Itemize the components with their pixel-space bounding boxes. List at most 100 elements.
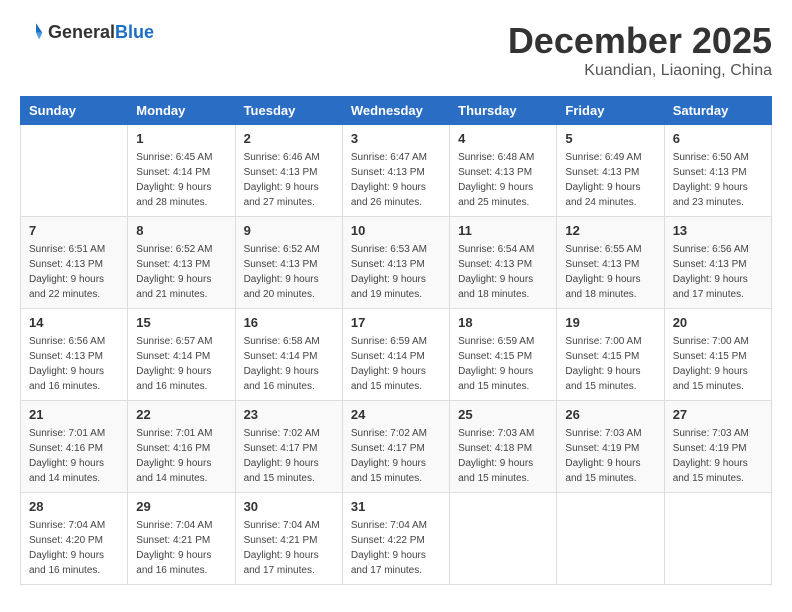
daylight-text: Daylight: 9 hours and 18 minutes. [458,272,548,302]
day-number: 12 [565,223,655,238]
calendar-cell: 6Sunrise: 6:50 AMSunset: 4:13 PMDaylight… [664,125,771,217]
day-info: Sunrise: 7:02 AMSunset: 4:17 PMDaylight:… [351,426,441,486]
title-area: December 2025 Kuandian, Liaoning, China [508,20,772,80]
day-number: 20 [673,315,763,330]
day-info: Sunrise: 6:52 AMSunset: 4:13 PMDaylight:… [244,242,334,302]
sunrise-text: Sunrise: 6:52 AM [136,242,226,257]
day-info: Sunrise: 6:51 AMSunset: 4:13 PMDaylight:… [29,242,119,302]
sunset-text: Sunset: 4:19 PM [565,441,655,456]
sunset-text: Sunset: 4:15 PM [673,349,763,364]
weekday-header-friday: Friday [557,97,664,125]
sunrise-text: Sunrise: 6:48 AM [458,150,548,165]
calendar-cell: 19Sunrise: 7:00 AMSunset: 4:15 PMDayligh… [557,309,664,401]
day-number: 19 [565,315,655,330]
day-info: Sunrise: 7:04 AMSunset: 4:21 PMDaylight:… [244,518,334,578]
calendar-week-row: 1Sunrise: 6:45 AMSunset: 4:14 PMDaylight… [21,125,772,217]
sunset-text: Sunset: 4:15 PM [458,349,548,364]
daylight-text: Daylight: 9 hours and 16 minutes. [244,364,334,394]
daylight-text: Daylight: 9 hours and 17 minutes. [244,548,334,578]
day-number: 11 [458,223,548,238]
sunrise-text: Sunrise: 7:02 AM [351,426,441,441]
day-info: Sunrise: 6:56 AMSunset: 4:13 PMDaylight:… [29,334,119,394]
calendar-body: 1Sunrise: 6:45 AMSunset: 4:14 PMDaylight… [21,125,772,585]
sunrise-text: Sunrise: 7:00 AM [673,334,763,349]
day-number: 1 [136,131,226,146]
calendar-cell: 21Sunrise: 7:01 AMSunset: 4:16 PMDayligh… [21,401,128,493]
sunset-text: Sunset: 4:14 PM [351,349,441,364]
daylight-text: Daylight: 9 hours and 14 minutes. [29,456,119,486]
daylight-text: Daylight: 9 hours and 14 minutes. [136,456,226,486]
sunrise-text: Sunrise: 7:03 AM [673,426,763,441]
sunset-text: Sunset: 4:21 PM [136,533,226,548]
day-number: 15 [136,315,226,330]
daylight-text: Daylight: 9 hours and 15 minutes. [458,364,548,394]
day-info: Sunrise: 7:02 AMSunset: 4:17 PMDaylight:… [244,426,334,486]
day-info: Sunrise: 7:01 AMSunset: 4:16 PMDaylight:… [136,426,226,486]
daylight-text: Daylight: 9 hours and 21 minutes. [136,272,226,302]
sunrise-text: Sunrise: 7:01 AM [29,426,119,441]
daylight-text: Daylight: 9 hours and 23 minutes. [673,180,763,210]
calendar-cell: 10Sunrise: 6:53 AMSunset: 4:13 PMDayligh… [342,217,449,309]
weekday-header-monday: Monday [128,97,235,125]
weekday-header-saturday: Saturday [664,97,771,125]
weekday-header-row: SundayMondayTuesdayWednesdayThursdayFrid… [21,97,772,125]
sunset-text: Sunset: 4:13 PM [351,165,441,180]
sunrise-text: Sunrise: 6:47 AM [351,150,441,165]
sunrise-text: Sunrise: 7:04 AM [244,518,334,533]
day-number: 8 [136,223,226,238]
sunrise-text: Sunrise: 6:59 AM [458,334,548,349]
daylight-text: Daylight: 9 hours and 16 minutes. [136,548,226,578]
day-number: 30 [244,499,334,514]
day-number: 2 [244,131,334,146]
sunset-text: Sunset: 4:13 PM [29,349,119,364]
sunset-text: Sunset: 4:15 PM [565,349,655,364]
day-info: Sunrise: 6:59 AMSunset: 4:14 PMDaylight:… [351,334,441,394]
sunset-text: Sunset: 4:13 PM [673,257,763,272]
sunrise-text: Sunrise: 7:02 AM [244,426,334,441]
calendar-week-row: 21Sunrise: 7:01 AMSunset: 4:16 PMDayligh… [21,401,772,493]
sunset-text: Sunset: 4:13 PM [458,165,548,180]
calendar-cell: 24Sunrise: 7:02 AMSunset: 4:17 PMDayligh… [342,401,449,493]
day-number: 14 [29,315,119,330]
day-number: 27 [673,407,763,422]
daylight-text: Daylight: 9 hours and 15 minutes. [565,456,655,486]
sunset-text: Sunset: 4:20 PM [29,533,119,548]
header: GeneralBlue December 2025 Kuandian, Liao… [20,20,772,80]
weekday-header-thursday: Thursday [450,97,557,125]
calendar-cell [664,493,771,585]
day-info: Sunrise: 7:04 AMSunset: 4:21 PMDaylight:… [136,518,226,578]
daylight-text: Daylight: 9 hours and 16 minutes. [29,548,119,578]
day-number: 16 [244,315,334,330]
calendar-cell: 22Sunrise: 7:01 AMSunset: 4:16 PMDayligh… [128,401,235,493]
sunset-text: Sunset: 4:14 PM [244,349,334,364]
daylight-text: Daylight: 9 hours and 16 minutes. [29,364,119,394]
day-info: Sunrise: 6:48 AMSunset: 4:13 PMDaylight:… [458,150,548,210]
calendar-cell: 31Sunrise: 7:04 AMSunset: 4:22 PMDayligh… [342,493,449,585]
sunrise-text: Sunrise: 6:46 AM [244,150,334,165]
calendar-cell: 12Sunrise: 6:55 AMSunset: 4:13 PMDayligh… [557,217,664,309]
day-info: Sunrise: 6:47 AMSunset: 4:13 PMDaylight:… [351,150,441,210]
daylight-text: Daylight: 9 hours and 18 minutes. [565,272,655,302]
sunset-text: Sunset: 4:13 PM [351,257,441,272]
day-info: Sunrise: 7:04 AMSunset: 4:20 PMDaylight:… [29,518,119,578]
calendar-week-row: 7Sunrise: 6:51 AMSunset: 4:13 PMDaylight… [21,217,772,309]
sunset-text: Sunset: 4:13 PM [244,165,334,180]
day-info: Sunrise: 7:00 AMSunset: 4:15 PMDaylight:… [673,334,763,394]
daylight-text: Daylight: 9 hours and 15 minutes. [458,456,548,486]
day-number: 18 [458,315,548,330]
sunset-text: Sunset: 4:19 PM [673,441,763,456]
sunset-text: Sunset: 4:16 PM [29,441,119,456]
calendar-cell: 2Sunrise: 6:46 AMSunset: 4:13 PMDaylight… [235,125,342,217]
location-title: Kuandian, Liaoning, China [508,62,772,80]
sunset-text: Sunset: 4:14 PM [136,349,226,364]
calendar-week-row: 28Sunrise: 7:04 AMSunset: 4:20 PMDayligh… [21,493,772,585]
day-info: Sunrise: 6:49 AMSunset: 4:13 PMDaylight:… [565,150,655,210]
sunrise-text: Sunrise: 6:50 AM [673,150,763,165]
sunrise-text: Sunrise: 6:51 AM [29,242,119,257]
day-number: 29 [136,499,226,514]
daylight-text: Daylight: 9 hours and 17 minutes. [351,548,441,578]
calendar-cell [557,493,664,585]
daylight-text: Daylight: 9 hours and 15 minutes. [351,456,441,486]
daylight-text: Daylight: 9 hours and 15 minutes. [565,364,655,394]
sunrise-text: Sunrise: 6:55 AM [565,242,655,257]
